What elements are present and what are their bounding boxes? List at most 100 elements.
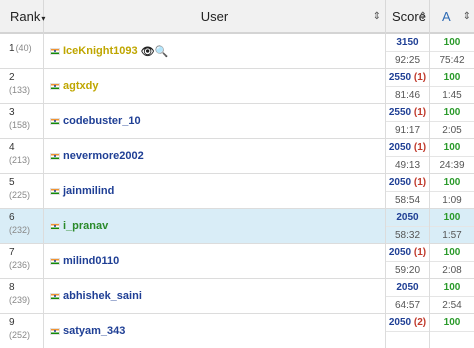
score-top: 2550 (1) bbox=[386, 69, 429, 86]
score-top: 2050 (1) bbox=[386, 244, 429, 261]
score-value: 2550 bbox=[388, 72, 412, 83]
user-link[interactable]: agtxdy bbox=[63, 80, 98, 92]
india-flag-icon bbox=[50, 222, 60, 230]
user-cell: satyam_343 bbox=[44, 314, 386, 348]
problem-a-cell[interactable]: 100 2:54 bbox=[430, 279, 474, 313]
user-header-label: User bbox=[200, 9, 229, 24]
problem-a-cell[interactable]: 100 2:08 bbox=[430, 244, 474, 278]
problem-a-score: 100 bbox=[443, 107, 461, 118]
rank-cell: 6 (232) bbox=[0, 209, 44, 243]
problem-a-score: 100 bbox=[443, 37, 461, 48]
india-flag-icon bbox=[50, 82, 60, 90]
previous-rank: (133) bbox=[9, 85, 31, 95]
problem-a-cell[interactable]: 100 2:05 bbox=[430, 104, 474, 138]
table-row: 1(40) IceKnight1093 👁🔍 3150 92:25 100 75:42 bbox=[0, 34, 474, 69]
score-top: 2050 (1) bbox=[386, 139, 429, 156]
score-cell: 2050 58:32 bbox=[386, 209, 430, 243]
user-link[interactable]: codebuster_10 bbox=[63, 115, 141, 127]
penalty-time: 59:20 bbox=[386, 261, 429, 278]
score-value: 2050 bbox=[388, 247, 412, 258]
user-cell: codebuster_10 bbox=[44, 104, 386, 138]
user-link[interactable]: milind0110 bbox=[63, 255, 119, 267]
problem-a-score: 100 bbox=[443, 72, 461, 83]
table-row: 7 (236) milind0110 2050 (1) 59:20 100 2:08 bbox=[0, 244, 474, 279]
table-row: 9 (252) satyam_343 2050 (2) 100 bbox=[0, 314, 474, 348]
score-value: 2050 bbox=[388, 142, 412, 153]
problem-a-score: 100 bbox=[443, 142, 461, 153]
table-row: 5 (225) jainmilind 2050 (1) 58:54 100 1:09 bbox=[0, 174, 474, 209]
table-row: 4 (213) nevermore2002 2050 (1) 49:13 100 24:39 bbox=[0, 139, 474, 174]
problem-a-time: 1:57 bbox=[430, 226, 474, 243]
user-column-header[interactable]: User ⇕ bbox=[44, 0, 386, 34]
table-body: 1(40) IceKnight1093 👁🔍 3150 92:25 100 75:42 2 (1… bbox=[0, 34, 474, 348]
sort-icon: ⇕ bbox=[372, 11, 381, 22]
problem-a-cell[interactable]: 100 1:45 bbox=[430, 69, 474, 103]
problem-a-score: 100 bbox=[443, 177, 461, 188]
rank-cell: 4 (213) bbox=[0, 139, 44, 173]
hack-count: (1) bbox=[413, 247, 427, 258]
user-link[interactable]: abhishek_saini bbox=[63, 290, 142, 302]
hack-count: (2) bbox=[413, 317, 427, 328]
user-link[interactable]: i_pranav bbox=[63, 220, 108, 232]
eye-icon[interactable]: 👁 bbox=[141, 46, 155, 58]
penalty-time: 49:13 bbox=[386, 156, 429, 173]
problem-a-cell[interactable]: 100 1:09 bbox=[430, 174, 474, 208]
penalty-time: 81:46 bbox=[386, 86, 429, 103]
score-top: 3150 bbox=[386, 34, 429, 51]
problem-a-cell[interactable]: 100 1:57 bbox=[430, 209, 474, 243]
problem-a-column-header[interactable]: A ⇕ bbox=[430, 0, 474, 34]
hack-count: (1) bbox=[413, 142, 427, 153]
previous-rank: (239) bbox=[9, 295, 31, 305]
user-link[interactable]: jainmilind bbox=[63, 185, 114, 197]
rank-number: 8 bbox=[9, 282, 15, 293]
problem-a-cell[interactable]: 100 24:39 bbox=[430, 139, 474, 173]
rank-number: 7 bbox=[9, 247, 15, 258]
user-cell: i_pranav bbox=[44, 209, 386, 243]
score-cell: 2050 (1) 49:13 bbox=[386, 139, 430, 173]
problem-a-time bbox=[430, 331, 474, 348]
penalty-time: 64:57 bbox=[386, 296, 429, 313]
user-link[interactable]: IceKnight1093 bbox=[63, 45, 138, 57]
user-link[interactable]: satyam_343 bbox=[63, 325, 125, 337]
india-flag-icon bbox=[50, 327, 60, 335]
rank-cell: 7 (236) bbox=[0, 244, 44, 278]
rank-cell: 1(40) bbox=[0, 34, 44, 68]
problem-a-time: 1:45 bbox=[430, 86, 474, 103]
previous-rank: (225) bbox=[9, 190, 31, 200]
previous-rank: (213) bbox=[9, 155, 31, 165]
problem-a-score: 100 bbox=[443, 247, 461, 258]
user-cell: IceKnight1093 👁🔍 bbox=[44, 34, 386, 68]
user-cell: agtxdy bbox=[44, 69, 386, 103]
problem-a-time: 1:09 bbox=[430, 191, 474, 208]
table-row: 3 (158) codebuster_10 2550 (1) 91:17 100 2:05 bbox=[0, 104, 474, 139]
problem-a-cell[interactable]: 100 75:42 bbox=[430, 34, 474, 68]
rank-column-header[interactable]: Rank▾ bbox=[0, 0, 45, 34]
user-link[interactable]: nevermore2002 bbox=[63, 150, 144, 162]
score-cell: 3150 92:25 bbox=[386, 34, 430, 68]
india-flag-icon bbox=[50, 47, 60, 55]
rank-cell: 5 (225) bbox=[0, 174, 44, 208]
search-icon[interactable]: 🔍 bbox=[155, 46, 169, 58]
rank-header-label: Rank bbox=[10, 9, 41, 24]
previous-rank: (252) bbox=[9, 330, 31, 340]
india-flag-icon bbox=[50, 187, 60, 195]
problem-a-time: 75:42 bbox=[430, 51, 474, 68]
problem-a-cell[interactable]: 100 bbox=[430, 314, 474, 348]
previous-rank: (232) bbox=[9, 225, 31, 235]
problem-a-time: 24:39 bbox=[430, 156, 474, 173]
sort-icon: ⇕ bbox=[462, 11, 471, 22]
problem-a-time: 2:08 bbox=[430, 261, 474, 278]
table-row: 8 (239) abhishek_saini 2050 64:57 100 2:54 bbox=[0, 279, 474, 314]
india-flag-icon bbox=[50, 117, 60, 125]
score-value: 2050 bbox=[388, 317, 412, 328]
hack-count: (1) bbox=[413, 107, 427, 118]
previous-rank: (236) bbox=[9, 260, 31, 270]
rank-cell: 2 (133) bbox=[0, 69, 44, 103]
user-cell: milind0110 bbox=[44, 244, 386, 278]
user-cell: jainmilind bbox=[44, 174, 386, 208]
table-row: 2 (133) agtxdy 2550 (1) 81:46 100 1:45 bbox=[0, 69, 474, 104]
user-cell: abhishek_saini bbox=[44, 279, 386, 313]
score-column-header[interactable]: Score ⇕ bbox=[386, 0, 430, 34]
rank-cell: 9 (252) bbox=[0, 314, 44, 348]
problem-a-score: 100 bbox=[443, 282, 461, 293]
